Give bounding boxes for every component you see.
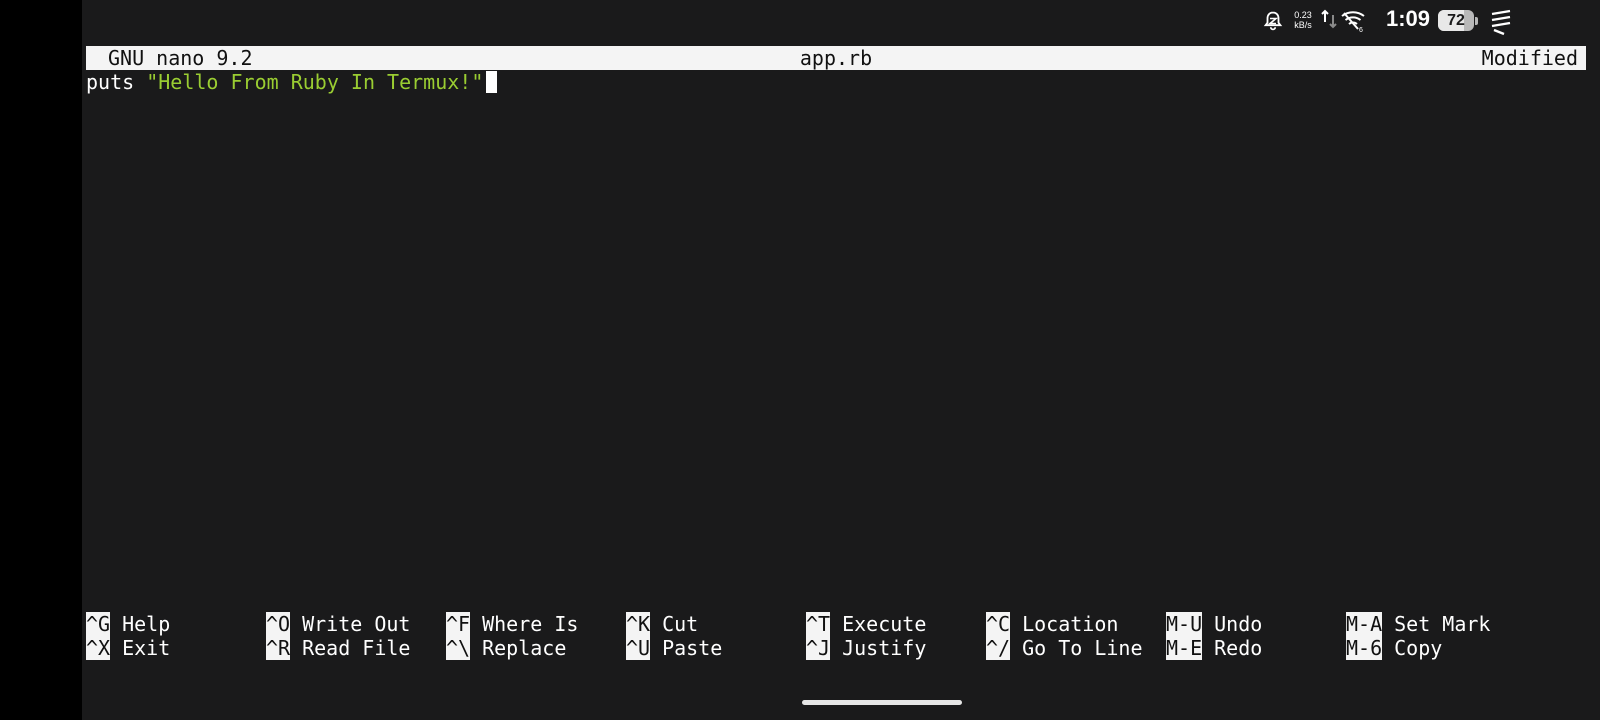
shortcut-key: M-E bbox=[1166, 636, 1203, 660]
status-clock: 1:09 bbox=[1386, 6, 1431, 31]
shortcut-label: Location bbox=[1022, 612, 1119, 636]
shortcut-label: Write Out bbox=[302, 612, 411, 636]
shortcut-label: Paste bbox=[662, 636, 723, 660]
shortcut-label: Read File bbox=[302, 636, 411, 660]
shortcut-key: M-U bbox=[1166, 612, 1203, 636]
shortcut-location[interactable]: ^C Location bbox=[986, 612, 1118, 636]
termux-notification-icon bbox=[1491, 9, 1511, 36]
shortcut-set-mark[interactable]: M-A Set Mark bbox=[1346, 612, 1490, 636]
shortcut-key: M-A bbox=[1346, 612, 1383, 636]
shortcut-paste[interactable]: ^U Paste bbox=[626, 636, 722, 660]
shortcut-exit[interactable]: ^X Exit bbox=[86, 636, 170, 660]
code-string-literal: "Hello From Ruby In Termux!" bbox=[146, 70, 484, 94]
shortcut-label: Copy bbox=[1394, 636, 1443, 660]
network-speed: 0.23 kB/s bbox=[1290, 10, 1316, 30]
shortcut-key: ^T bbox=[806, 612, 831, 636]
shortcut-cut[interactable]: ^K Cut bbox=[626, 612, 698, 636]
shortcut-label: Exit bbox=[122, 636, 171, 660]
shortcut-label: Set Mark bbox=[1394, 612, 1491, 636]
text-cursor bbox=[486, 71, 498, 93]
shortcut-label: Replace bbox=[482, 636, 567, 660]
upload-download-icon bbox=[1321, 9, 1337, 29]
shortcut-key: ^F bbox=[446, 612, 471, 636]
shortcut-copy[interactable]: M-6 Copy bbox=[1346, 636, 1442, 660]
shortcut-replace[interactable]: ^\ Replace bbox=[446, 636, 566, 660]
android-status-bar: 0.23 kB/s 6 1:09 72 bbox=[1240, 0, 1600, 42]
svg-text:6: 6 bbox=[1359, 27, 1363, 33]
shortcut-label: Cut bbox=[662, 612, 699, 636]
shortcut-key: ^/ bbox=[986, 636, 1011, 660]
shortcut-label: Help bbox=[122, 612, 171, 636]
network-speed-unit: kB/s bbox=[1294, 20, 1312, 30]
shortcut-label: Where Is bbox=[482, 612, 579, 636]
shortcut-go-to-line[interactable]: ^/ Go To Line bbox=[986, 636, 1143, 660]
shortcut-justify[interactable]: ^J Justify bbox=[806, 636, 926, 660]
shortcut-key: ^U bbox=[626, 636, 651, 660]
shortcut-where-is[interactable]: ^F Where Is bbox=[446, 612, 578, 636]
file-name: app.rb bbox=[799, 46, 873, 70]
shortcut-label: Execute bbox=[842, 612, 927, 636]
shortcut-label: Redo bbox=[1214, 636, 1263, 660]
shortcut-key: ^X bbox=[86, 636, 111, 660]
editor-text-area[interactable]: puts "Hello From Ruby In Termux!" bbox=[86, 70, 1586, 94]
shortcut-key: ^K bbox=[626, 612, 651, 636]
termux-terminal[interactable]: 0.23 kB/s 6 1:09 72 GNU nano 9.2 app.rb … bbox=[82, 0, 1600, 720]
shortcut-label: Undo bbox=[1214, 612, 1263, 636]
battery-percent: 72 bbox=[1447, 12, 1465, 29]
shortcut-key: M-6 bbox=[1346, 636, 1383, 660]
shortcut-key: ^\ bbox=[446, 636, 471, 660]
shortcut-key: ^J bbox=[806, 636, 831, 660]
shortcut-key: ^C bbox=[986, 612, 1011, 636]
shortcut-read-file[interactable]: ^R Read File bbox=[266, 636, 410, 660]
battery-indicator: 72 bbox=[1438, 10, 1478, 31]
shortcut-help[interactable]: ^G Help bbox=[86, 612, 170, 636]
modified-status: Modified bbox=[1481, 46, 1578, 70]
code-keyword: puts bbox=[86, 70, 135, 94]
shortcut-redo[interactable]: M-E Redo bbox=[1166, 636, 1262, 660]
nano-title-bar: GNU nano 9.2 app.rb Modified bbox=[86, 46, 1586, 70]
wifi-icon: 6 bbox=[1341, 11, 1365, 33]
shortcut-undo[interactable]: M-U Undo bbox=[1166, 612, 1262, 636]
battery-body: 72 bbox=[1438, 10, 1474, 31]
battery-nub bbox=[1475, 17, 1478, 25]
shortcut-label: Go To Line bbox=[1022, 636, 1143, 660]
shortcut-label: Justify bbox=[842, 636, 927, 660]
nano-shortcut-bar: ^G Help ^O Write Out ^F Where Is ^K Cut ^T Ex… bbox=[86, 612, 1590, 660]
device-screen: 0.23 kB/s 6 1:09 72 GNU nano 9.2 app.rb … bbox=[0, 0, 1600, 720]
shortcut-write-out[interactable]: ^O Write Out bbox=[266, 612, 410, 636]
gesture-nav-handle[interactable] bbox=[802, 700, 962, 705]
shortcut-execute[interactable]: ^T Execute bbox=[806, 612, 926, 636]
network-speed-value: 0.23 bbox=[1294, 10, 1312, 20]
shortcut-key: ^G bbox=[86, 612, 111, 636]
shortcut-key: ^O bbox=[266, 612, 291, 636]
bell-off-icon bbox=[1263, 11, 1283, 31]
left-bezel bbox=[0, 0, 82, 720]
shortcut-key: ^R bbox=[266, 636, 291, 660]
